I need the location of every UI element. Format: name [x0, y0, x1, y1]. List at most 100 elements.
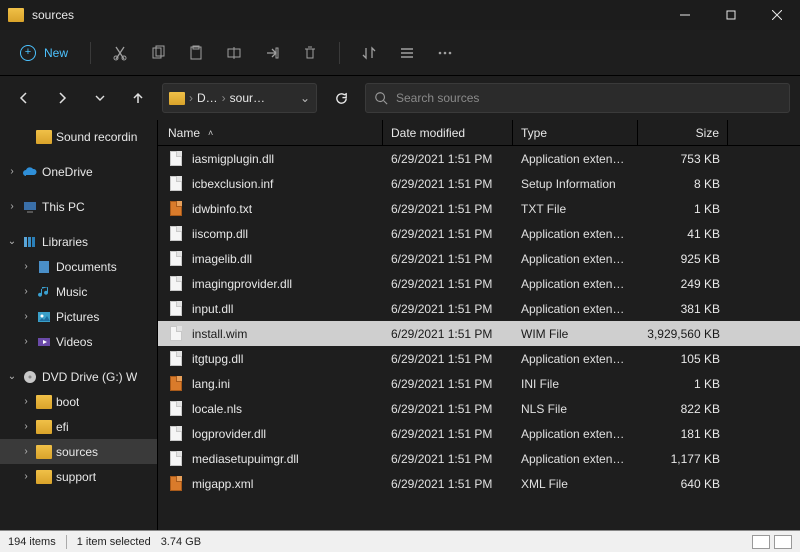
column-header-size[interactable]: Size [638, 120, 728, 145]
file-row[interactable]: iiscomp.dll6/29/2021 1:51 PMApplication … [158, 221, 800, 246]
column-header-name[interactable]: Name ˄ [158, 120, 383, 145]
file-row[interactable]: icbexclusion.inf 6/29/2021 1:51 PMSetup I… [158, 171, 800, 196]
sidebar-item[interactable]: ›support [0, 464, 157, 489]
file-type: INI File [513, 377, 638, 391]
file-name: idwbinfo.txt [192, 202, 252, 216]
chevron-right-icon[interactable]: › [20, 446, 32, 457]
chevron-right-icon[interactable]: › [20, 471, 32, 482]
close-button[interactable] [754, 0, 800, 30]
chevron-right-icon[interactable]: › [20, 396, 32, 407]
sidebar-item[interactable]: ›Documents [0, 254, 157, 279]
recent-dropdown[interactable] [86, 84, 114, 112]
file-list: Name ˄ Date modified Type Size iasmigplu… [158, 120, 800, 530]
address-row: › D… › sour… ⌄ [0, 76, 800, 120]
chevron-right-icon[interactable]: › [20, 311, 32, 322]
address-segment[interactable]: D… [197, 91, 218, 105]
sidebar-item[interactable]: ›Videos [0, 329, 157, 354]
file-row[interactable]: mediasetupuimgr.dll6/29/2021 1:51 PMAppl… [158, 446, 800, 471]
chevron-right-icon[interactable]: › [20, 421, 32, 432]
sidebar-item[interactable]: ›OneDrive [0, 159, 157, 184]
file-row[interactable]: locale.nls6/29/2021 1:51 PMNLS File822 K… [158, 396, 800, 421]
maximize-button[interactable] [708, 0, 754, 30]
file-row[interactable]: lang.ini6/29/2021 1:51 PMINI File1 KB [158, 371, 800, 396]
chevron-right-icon[interactable]: › [20, 286, 32, 297]
file-type: Application exten… [513, 152, 638, 166]
file-row[interactable]: migapp.xml6/29/2021 1:51 PMXML File640 K… [158, 471, 800, 496]
address-bar[interactable]: › D… › sour… ⌄ [162, 83, 317, 113]
paste-button[interactable] [179, 36, 213, 70]
column-header-type[interactable]: Type [513, 120, 638, 145]
file-type: Application exten… [513, 227, 638, 241]
chevron-right-icon[interactable]: › [6, 166, 18, 177]
file-row[interactable]: logprovider.dll6/29/2021 1:51 PMApplicat… [158, 421, 800, 446]
sidebar-item[interactable]: ›boot [0, 389, 157, 414]
rename-button[interactable] [217, 36, 251, 70]
chevron-right-icon[interactable]: › [20, 336, 32, 347]
file-size: 8 KB [638, 177, 728, 191]
file-name: migapp.xml [192, 477, 253, 491]
folder-icon [36, 395, 52, 409]
chevron-right-icon[interactable]: › [6, 201, 18, 212]
file-date: 6/29/2021 1:51 PM [383, 302, 513, 316]
file-type: Application exten… [513, 277, 638, 291]
new-button[interactable]: + New [10, 39, 78, 67]
file-row[interactable]: imagelib.dll6/29/2021 1:51 PMApplication… [158, 246, 800, 271]
chevron-down-icon[interactable]: ⌄ [300, 91, 310, 105]
refresh-button[interactable] [327, 84, 355, 112]
navigation-pane[interactable]: ·Sound recordin ›OneDrive ›This PC ⌄ Librari… [0, 120, 158, 530]
file-row[interactable]: install.wim6/29/2021 1:51 PMWIM File3,92… [158, 321, 800, 346]
folder-icon [36, 420, 52, 434]
details-view-button[interactable] [752, 535, 770, 549]
file-row[interactable]: input.dll6/29/2021 1:51 PMApplication ex… [158, 296, 800, 321]
window-title: sources [32, 8, 662, 22]
sidebar-item[interactable]: ⌄DVD Drive (G:) W [0, 364, 157, 389]
sidebar-item-label: efi [56, 420, 69, 434]
file-row[interactable]: idwbinfo.txt6/29/2021 1:51 PMTXT File1 K… [158, 196, 800, 221]
column-header-date[interactable]: Date modified [383, 120, 513, 145]
sidebar-item[interactable]: ›Pictures [0, 304, 157, 329]
up-button[interactable] [124, 84, 152, 112]
file-row[interactable]: iasmigplugin.dll6/29/2021 1:51 PMApplica… [158, 146, 800, 171]
file-name: icbexclusion.inf [192, 177, 273, 191]
thumbnails-view-button[interactable] [774, 535, 792, 549]
sidebar-item[interactable]: › efi [0, 414, 157, 439]
file-date: 6/29/2021 1:51 PM [383, 177, 513, 191]
chevron-down-icon[interactable]: ⌄ [6, 236, 18, 247]
copy-button[interactable] [141, 36, 175, 70]
address-folder-icon [169, 92, 185, 105]
file-name: lang.ini [192, 377, 230, 391]
share-button[interactable] [255, 36, 289, 70]
sidebar-item[interactable]: ›Music [0, 279, 157, 304]
file-icon [168, 251, 184, 267]
sort-asc-icon: ˄ [208, 128, 213, 138]
file-type: Application exten… [513, 427, 638, 441]
sidebar-item[interactable]: ›This PC [0, 194, 157, 219]
chevron-right-icon[interactable]: › [20, 261, 32, 272]
file-size: 1,177 KB [638, 452, 728, 466]
file-icon [168, 276, 184, 292]
column-header-date-label: Date modified [391, 126, 465, 140]
search-input[interactable] [396, 91, 781, 105]
sidebar-item-label: Libraries [42, 235, 88, 249]
file-name: mediasetupuimgr.dll [192, 452, 299, 466]
delete-button[interactable] [293, 36, 327, 70]
file-row[interactable]: imagingprovider.dll6/29/2021 1:51 PMAppl… [158, 271, 800, 296]
sidebar-item[interactable]: ⌄ Libraries [0, 229, 157, 254]
minimize-button[interactable] [662, 0, 708, 30]
dvd-icon [22, 370, 38, 384]
sidebar-item[interactable]: ·Sound recordin [0, 124, 157, 149]
file-type: Application exten… [513, 352, 638, 366]
cut-button[interactable] [103, 36, 137, 70]
back-button[interactable] [10, 84, 38, 112]
address-segment[interactable]: sour… [230, 91, 265, 105]
sidebar-item[interactable]: ›sources [0, 439, 157, 464]
sort-button[interactable] [352, 36, 386, 70]
search-box[interactable] [365, 83, 790, 113]
file-type: Application exten… [513, 302, 638, 316]
view-button[interactable] [390, 36, 424, 70]
forward-button[interactable] [48, 84, 76, 112]
chevron-down-icon[interactable]: ⌄ [6, 371, 18, 382]
more-button[interactable] [428, 36, 462, 70]
file-row[interactable]: itgtupg.dll6/29/2021 1:51 PMApplication … [158, 346, 800, 371]
file-type: Setup Information [513, 177, 638, 191]
